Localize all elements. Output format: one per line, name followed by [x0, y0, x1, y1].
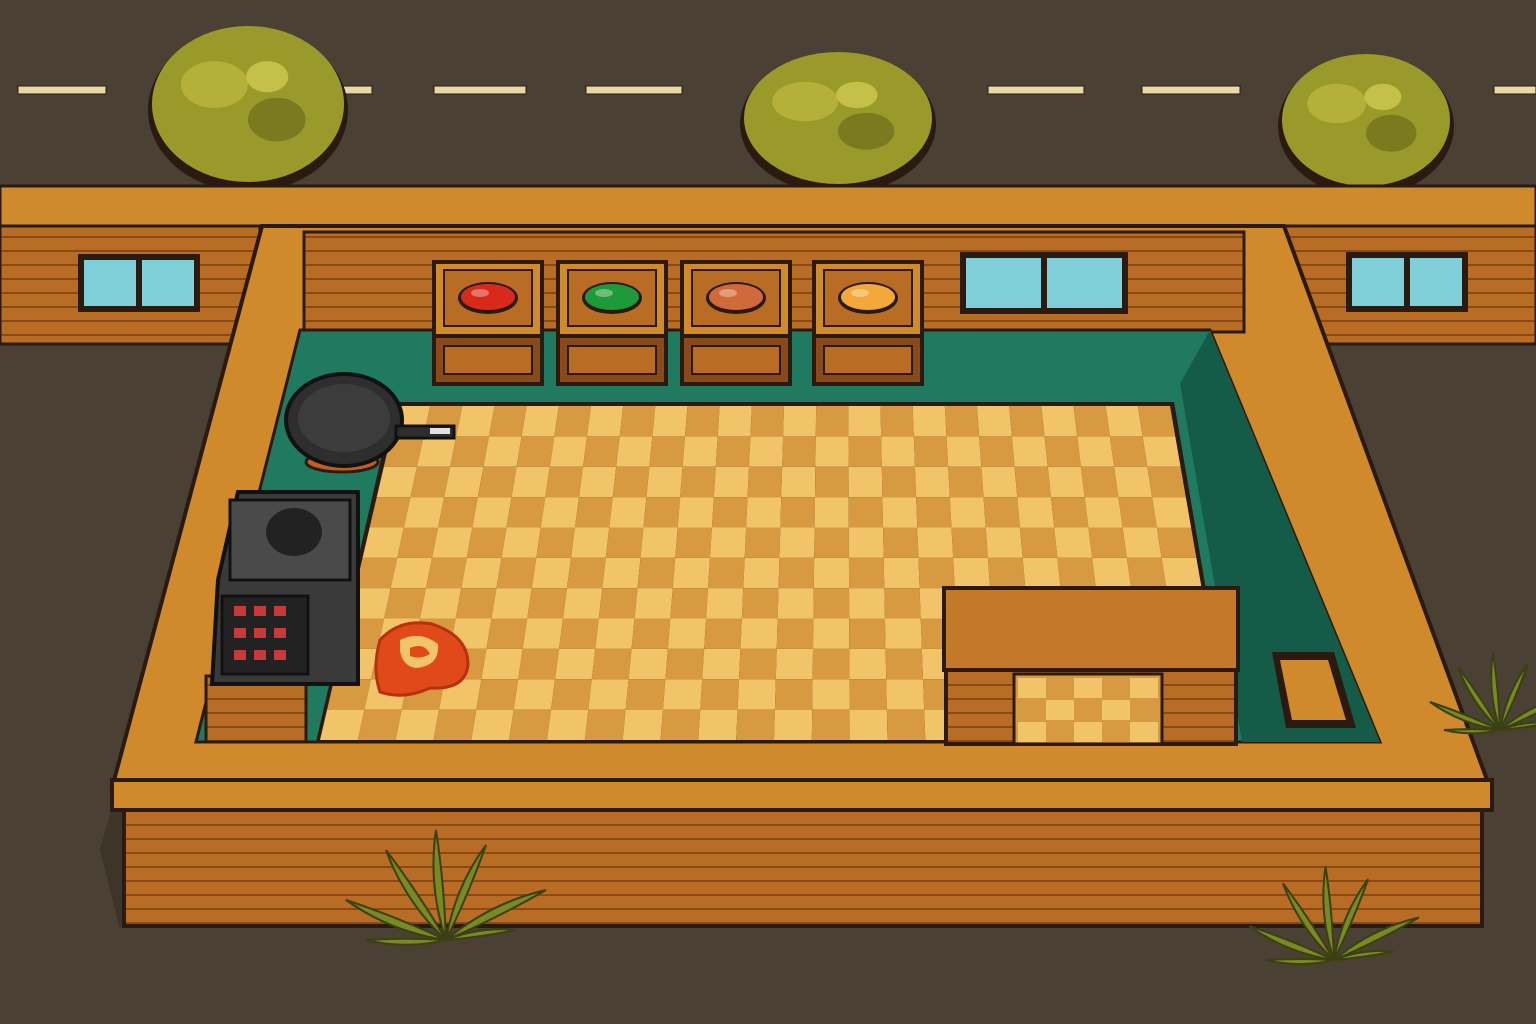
window	[960, 252, 1128, 314]
serving-counter-icon[interactable]	[942, 586, 1240, 746]
bush-icon	[740, 52, 936, 194]
onion-icon	[706, 282, 766, 314]
back-wall-top	[0, 184, 1536, 228]
crate-tomato[interactable]	[432, 260, 544, 386]
game-scene	[0, 0, 1536, 1024]
cheese-icon	[838, 282, 898, 314]
lettuce-icon	[582, 282, 642, 314]
sauce-spill-icon	[374, 621, 470, 697]
kitchen-front-ledge	[110, 778, 1494, 812]
window	[78, 254, 200, 312]
bush-icon	[1278, 54, 1454, 196]
tomato-icon	[458, 282, 518, 314]
scene-svg	[0, 0, 1536, 1024]
crate-lettuce[interactable]	[556, 260, 668, 386]
bush-icon	[148, 26, 348, 192]
kitchen-front-wall	[122, 804, 1484, 928]
crate-cheese[interactable]	[812, 260, 924, 386]
crate-onion[interactable]	[680, 260, 792, 386]
window	[1346, 252, 1468, 312]
